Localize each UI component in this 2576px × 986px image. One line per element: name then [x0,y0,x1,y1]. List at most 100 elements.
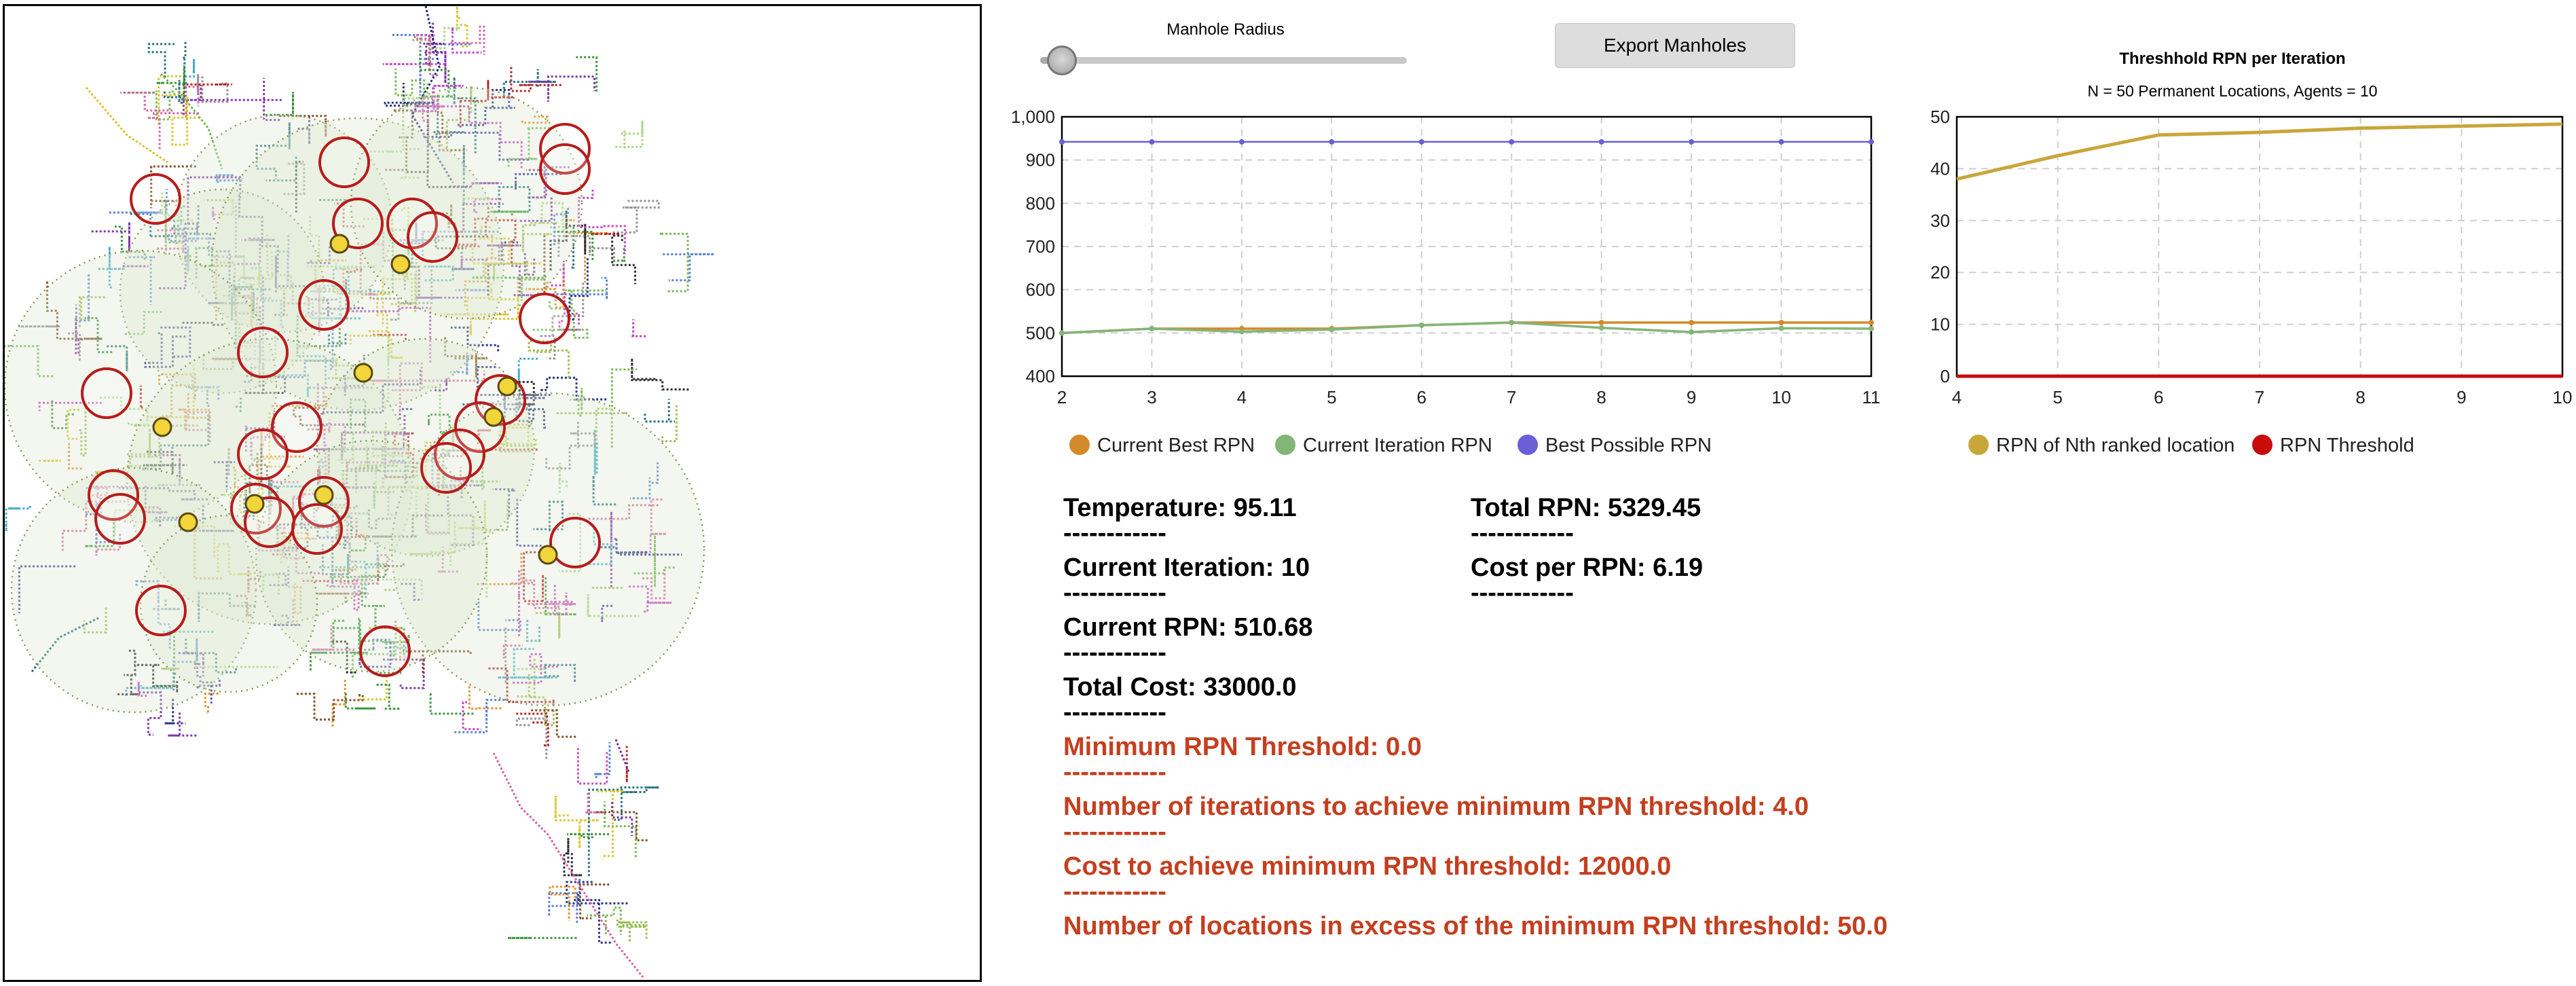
sewer-pipe [587,788,623,877]
manhole-marker[interactable] [519,293,570,344]
sewer-pipe [620,786,659,793]
y-tick-label: 40 [1930,158,1950,179]
stat-separator: ------------ [1063,818,1166,846]
data-point [1869,325,1874,331]
data-point [1689,139,1695,145]
manhole-marker[interactable] [135,585,187,636]
manhole-marker[interactable] [298,279,350,331]
sewer-pipe [528,340,570,378]
legend-swatch-current-iteration [1275,435,1295,455]
sewer-pipe [147,43,174,78]
rpn-chart: 400 500 600 700 800 900 1,000 2 3 4 5 6 7 8 9 10 11 Curr… [1011,107,1881,456]
manhole-marker[interactable] [539,143,591,195]
manhole-radius-slider-thumb[interactable] [1047,45,1077,75]
x-tick-label: 10 [2553,387,2573,407]
manhole-marker[interactable] [237,428,289,480]
data-point [1418,139,1424,145]
sewer-pipe [572,894,612,944]
agent-marker[interactable] [314,485,334,505]
y-tick-label: 0 [1940,366,1950,386]
rpn-chart-legend: Current Best RPN Current Iteration RPN B… [1069,435,1712,456]
agent-marker[interactable] [353,363,373,383]
manhole-marker[interactable] [359,625,411,677]
sewer-pipe [579,883,610,919]
sewer-pipe [376,683,401,710]
sewer-pipe [604,801,637,858]
manhole-marker[interactable] [94,493,146,545]
sewer-pipe [644,399,675,423]
stats-right-column: Total RPN: 5329.45 ------------ Cost per… [1471,493,1703,613]
export-manholes-button[interactable]: Export Manholes [1555,23,1795,68]
y-tick-label: 500 [1026,323,1055,343]
legend-swatch-nth-ranked [1968,435,1989,455]
rpn-chart-grid [1061,116,1872,377]
data-point [1598,325,1604,331]
data-point [1509,139,1515,145]
data-point [1689,320,1695,326]
x-tick-label: 9 [1687,387,1696,407]
manhole-marker[interactable] [318,136,370,188]
sewer-pipe [5,505,31,532]
x-tick-label: 5 [1327,387,1336,407]
data-point [1598,139,1604,145]
agent-marker[interactable] [152,417,172,437]
x-tick-label: 6 [2154,387,2163,407]
threshold-chart-title: Threshhold RPN per Iteration [2119,50,2345,68]
y-tick-label: 400 [1026,366,1055,386]
x-tick-label: 7 [2255,387,2264,407]
threshold-chart-axes: 0 10 20 30 40 50 4 5 6 7 8 9 10 [1930,107,2572,407]
data-point [1149,325,1155,331]
sewer-pipe [428,693,474,715]
manhole-marker[interactable] [420,442,472,494]
manhole-marker[interactable] [237,327,289,378]
x-tick-label: 5 [2053,387,2062,407]
sewer-pipe [554,795,600,849]
x-tick-label: 2 [1057,387,1067,407]
stat-separator: ------------ [1063,758,1166,786]
x-tick-label: 11 [1862,387,1881,407]
sewer-pipe [611,234,636,285]
agent-marker[interactable] [390,254,411,274]
manhole-marker[interactable] [407,211,458,263]
data-point [1329,327,1335,333]
y-tick-label: 50 [1930,107,1950,127]
manhole-marker[interactable] [81,367,132,419]
legend-swatch-threshold [2252,435,2273,455]
manhole-map[interactable] [3,4,982,982]
agent-marker[interactable] [178,512,198,532]
locations-in-excess-stat: Number of locations in excess of the min… [1063,912,1888,941]
data-point [1418,322,1424,328]
data-point [1238,139,1245,145]
data-point [1329,139,1335,145]
current-rpn-stat: Current RPN: 510.68 [1063,613,1313,642]
stat-separator: ------------ [1471,579,1574,607]
rpn-chart-series [1059,139,1874,336]
manhole-marker[interactable] [549,517,601,568]
agent-marker[interactable] [497,376,517,397]
data-point [1509,320,1515,326]
manhole-radius-slider-track[interactable] [1040,57,1407,64]
agent-marker[interactable] [483,407,504,427]
stat-separator: ------------ [1063,877,1166,906]
sewer-pipe [576,746,608,785]
legend-swatch-current-best [1069,435,1090,455]
x-tick-label: 8 [2355,387,2365,407]
sewer-pipe [567,833,610,839]
manhole-radius-label: Manhole Radius [1166,20,1285,39]
x-tick-label: 10 [1771,387,1791,407]
sewer-pipe [120,92,173,112]
sewer-pipe [596,790,624,857]
sewer-pipe [156,65,187,90]
agent-marker[interactable] [538,545,558,565]
sewer-pipe [456,6,468,48]
threshold-chart-grid [1956,116,2563,377]
manhole-marker[interactable] [291,503,343,555]
agent-marker[interactable] [244,494,265,514]
agent-marker[interactable] [329,234,350,254]
manhole-marker[interactable] [130,173,181,225]
x-tick-label: 3 [1147,387,1156,407]
sewer-pipe [462,701,481,731]
sewer-pipe [631,358,689,391]
legend-label-threshold: RPN Threshold [2280,435,2414,456]
sewer-network-map[interactable] [5,6,980,980]
